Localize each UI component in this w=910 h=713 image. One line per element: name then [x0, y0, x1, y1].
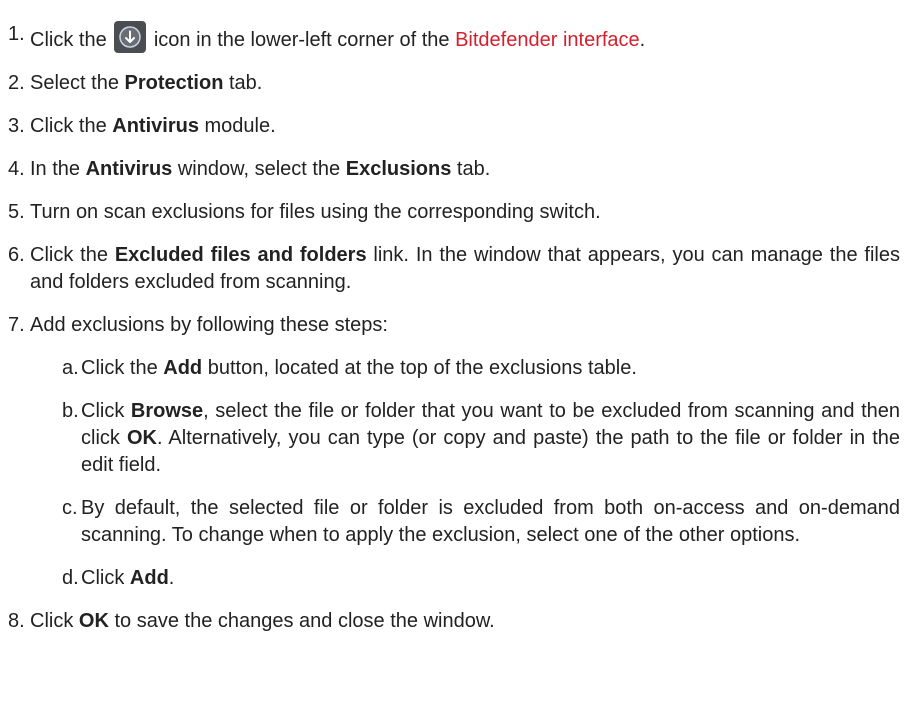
- step-8: 8. Click OK to save the changes and clos…: [0, 608, 900, 635]
- step-2: 2. Select the Protection tab.: [0, 70, 900, 97]
- step-text: .: [168, 567, 175, 589]
- step-text: tab.: [456, 158, 491, 180]
- step-text: Click the: [30, 115, 107, 137]
- substep-c: c. By default, the selected file or fold…: [30, 495, 900, 549]
- ui-term: OK: [126, 427, 157, 449]
- step-number: 2.: [8, 72, 25, 94]
- substep-a: a. Click the Add button, located at the …: [30, 355, 900, 382]
- ui-term: Add: [129, 567, 169, 589]
- step-text: Click the: [30, 29, 107, 51]
- ui-term: Excluded files and folders: [114, 244, 367, 266]
- ui-term: Antivirus: [112, 115, 199, 137]
- substep-letter: a.: [62, 357, 79, 379]
- step-text: Click: [81, 400, 125, 422]
- substep-b: b. Click Browse, select the file or fold…: [30, 398, 900, 479]
- step-text: Click: [81, 567, 125, 589]
- step-text: tab.: [228, 72, 263, 94]
- step-text: By default, the selected file or folder …: [81, 497, 900, 546]
- step-text: In the: [30, 158, 81, 180]
- step-6: 6. Click the Excluded files and folders …: [0, 242, 900, 296]
- step-text: Click the: [30, 244, 108, 266]
- download-circle-icon: [114, 21, 147, 53]
- step-number: 3.: [8, 115, 25, 137]
- step-text: Select the: [30, 72, 119, 94]
- step-text: to save the changes and close the window…: [114, 610, 495, 632]
- step-number: 8.: [8, 610, 25, 632]
- bitdefender-interface-link[interactable]: Bitdefender interface: [455, 29, 640, 51]
- step-text: button, located at the top of the exclus…: [207, 357, 637, 379]
- step-text: Turn on scan exclusions for files using …: [30, 201, 601, 223]
- ui-term: Exclusions: [345, 158, 452, 180]
- instructions-document: 1. Click the icon in the lower-left corn…: [0, 0, 910, 635]
- step-number: 6.: [8, 244, 25, 266]
- substep-d: d. Click Add.: [30, 565, 900, 592]
- step-4: 4. In the Antivirus window, select the E…: [0, 156, 900, 183]
- step-text: Click the: [81, 357, 158, 379]
- ui-term: OK: [78, 610, 109, 632]
- step-text: .: [639, 29, 646, 51]
- step-5: 5. Turn on scan exclusions for files usi…: [0, 199, 900, 226]
- ui-term: Protection: [124, 72, 224, 94]
- substep-letter: b.: [62, 400, 79, 422]
- substep-letter: d.: [62, 567, 79, 589]
- step-text: window, select the: [177, 158, 341, 180]
- step-number: 5.: [8, 201, 25, 223]
- ui-term: Antivirus: [85, 158, 173, 180]
- step-1: 1. Click the icon in the lower-left corn…: [0, 21, 900, 54]
- ui-term: Browse: [130, 400, 204, 422]
- ui-term: Add: [163, 357, 203, 379]
- step-number: 4.: [8, 158, 25, 180]
- step-text: Add exclusions by following these steps:: [30, 314, 388, 336]
- substep-letter: c.: [62, 497, 78, 519]
- step-number: 7.: [8, 314, 25, 336]
- step-text: icon in the lower-left corner of the: [153, 29, 450, 51]
- step-7: 7. Add exclusions by following these ste…: [0, 312, 900, 592]
- step-3: 3. Click the Antivirus module.: [0, 113, 900, 140]
- step-text: Click: [30, 610, 74, 632]
- step-text: module.: [204, 115, 276, 137]
- step-text: . Alternatively, you can type (or copy a…: [81, 427, 900, 476]
- step-number: 1.: [8, 23, 25, 45]
